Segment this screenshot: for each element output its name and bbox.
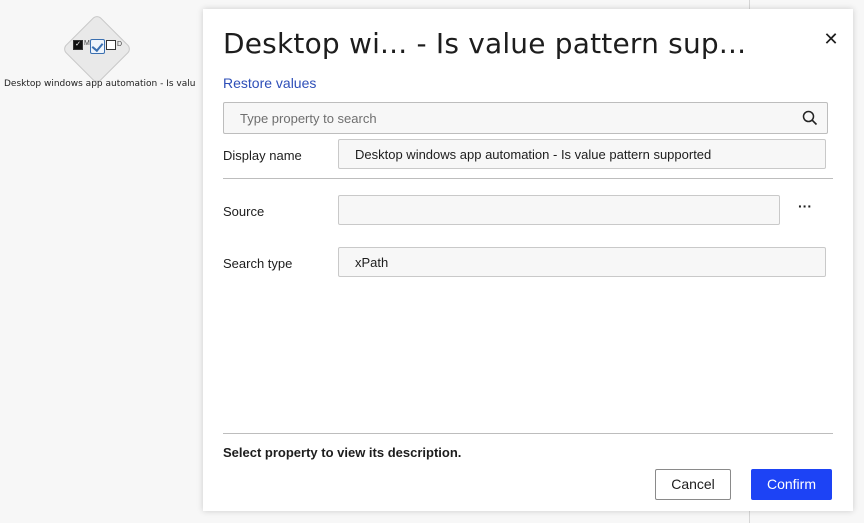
workflow-node[interactable]: M D Desktop windows app automation - Is …: [0, 10, 196, 95]
search-icon[interactable]: [802, 110, 818, 126]
footer-divider: [223, 433, 833, 434]
search-type-select[interactable]: xPath: [338, 247, 826, 277]
source-label: Source: [223, 204, 265, 219]
display-name-field[interactable]: Desktop windows app automation - Is valu…: [338, 139, 826, 169]
restore-values-link[interactable]: Restore values: [223, 75, 316, 91]
close-icon: ✕: [823, 29, 839, 49]
search-type-label: Search type: [223, 256, 293, 271]
unchecked-box-icon: [106, 40, 116, 50]
cancel-button[interactable]: Cancel: [655, 469, 731, 500]
section-divider: [223, 178, 833, 179]
confirm-button[interactable]: Confirm: [751, 469, 832, 500]
node-letter-m: M: [84, 40, 90, 47]
dialog-title: Desktop wi... - Is value pattern sup...: [223, 27, 747, 60]
display-name-label: Display name: [223, 148, 302, 163]
search-type-value: xPath: [355, 255, 389, 270]
property-description: Select property to view its description.: [223, 445, 462, 460]
checked-box-icon: [73, 40, 83, 50]
close-button[interactable]: ✕: [821, 29, 841, 49]
node-letter-d: D: [117, 41, 123, 48]
more-options-button[interactable]: ···: [795, 199, 815, 215]
source-field[interactable]: [338, 195, 780, 225]
checkmark-icon: [90, 39, 105, 54]
node-icons: M D: [73, 38, 125, 58]
search-input[interactable]: [224, 103, 800, 133]
property-search[interactable]: [223, 102, 828, 134]
properties-dialog: Desktop wi... - Is value pattern sup... …: [203, 9, 853, 511]
node-label: Desktop windows app automation - Is valu…: [4, 79, 196, 89]
